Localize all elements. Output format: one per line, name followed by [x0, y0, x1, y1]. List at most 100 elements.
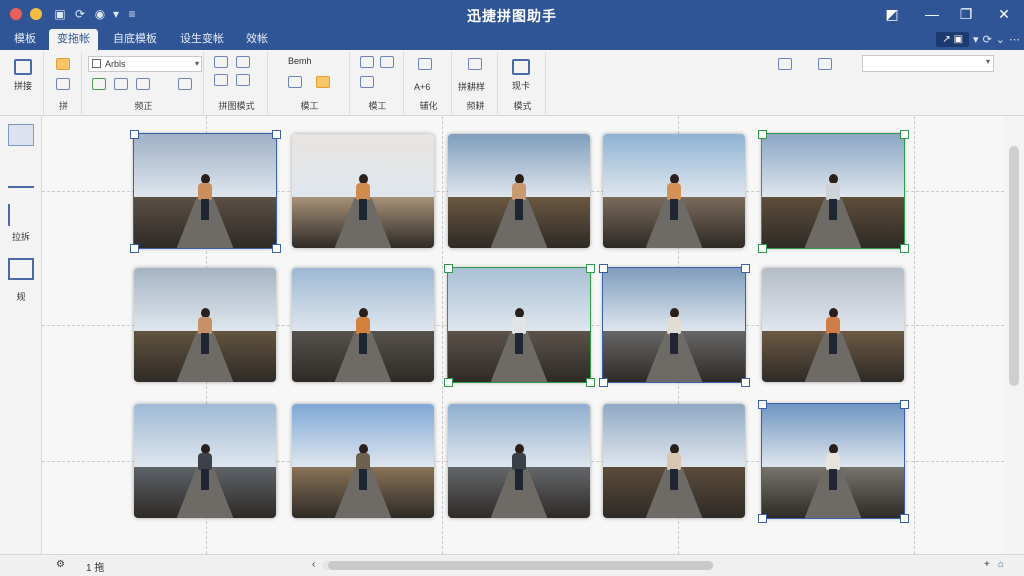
- person-legs: [515, 199, 523, 220]
- photo-person: [512, 308, 526, 354]
- tab-templates[interactable]: 模板: [6, 29, 44, 50]
- person-legs: [359, 469, 367, 490]
- status-bar: ⚙ 1 拖 ‹ + ⌂: [0, 554, 1024, 576]
- more-icon[interactable]: ⋯: [1009, 33, 1020, 46]
- font-icon: [92, 59, 101, 68]
- frame-select-icon[interactable]: [418, 58, 432, 70]
- close-icon[interactable]: ✕: [994, 5, 1014, 23]
- collapse-ribbon-icon[interactable]: ⌄: [996, 33, 1005, 46]
- resize-handle[interactable]: [900, 130, 909, 139]
- grid-icon[interactable]: [214, 74, 228, 86]
- resize-handle[interactable]: [741, 378, 750, 387]
- resize-icon[interactable]: [360, 56, 374, 68]
- stitch-tool-label[interactable]: 拼耕样: [458, 80, 485, 93]
- resize-handle[interactable]: [741, 264, 750, 273]
- photo-tile-woman-shore-rocks[interactable]: [134, 268, 276, 382]
- settings-icon[interactable]: ⚙: [56, 559, 65, 570]
- link-icon[interactable]: [288, 76, 302, 88]
- stitch-button[interactable]: 拼接: [8, 56, 38, 91]
- tab-settings[interactable]: 设生变帐: [172, 29, 232, 50]
- crop-icon[interactable]: [8, 204, 34, 226]
- person-torso: [512, 183, 526, 200]
- resize-handle[interactable]: [900, 400, 909, 409]
- resize-handle[interactable]: [758, 514, 767, 523]
- photo-tile-woman-waterfront-building[interactable]: [602, 267, 746, 383]
- shrink-icon[interactable]: [360, 76, 374, 88]
- photo-tile-woman-pier-sea[interactable]: [292, 268, 434, 382]
- paint-bucket-icon[interactable]: [56, 58, 70, 70]
- arrange-icon[interactable]: [8, 258, 34, 280]
- photo-tile-woman-grass-field[interactable]: [762, 268, 904, 382]
- person-legs: [670, 333, 678, 354]
- tab-effects[interactable]: 效帐: [238, 29, 276, 50]
- photo-tile-man-dock-pier[interactable]: [447, 267, 591, 383]
- photo-tile-woman-pier-cloudy[interactable]: [133, 133, 277, 249]
- share-dropdown-icon[interactable]: ▾: [973, 33, 979, 46]
- tab-edit[interactable]: 变拖帐: [49, 29, 98, 50]
- view-mode-button[interactable]: 现卡: [506, 56, 536, 91]
- photo-tile-woman-boardwalk-lake[interactable]: [603, 134, 745, 248]
- minimize-icon[interactable]: —: [922, 5, 942, 23]
- move-icon[interactable]: [380, 56, 394, 68]
- resize-handle[interactable]: [444, 378, 453, 387]
- pencil-icon[interactable]: [8, 166, 34, 188]
- horizontal-scrollbar-thumb[interactable]: [328, 561, 713, 570]
- restore-icon[interactable]: ❐: [956, 5, 976, 23]
- help-icon[interactable]: ⌂: [998, 559, 1004, 570]
- search-input[interactable]: ▾: [862, 55, 994, 72]
- resize-handle[interactable]: [444, 264, 453, 273]
- stitch-tool-icon[interactable]: [468, 58, 482, 70]
- resize-handle[interactable]: [758, 130, 767, 139]
- photo-tile-man-boardwalk-ocean[interactable]: [448, 404, 590, 518]
- resize-handle[interactable]: [758, 400, 767, 409]
- align-right-icon[interactable]: [778, 58, 792, 70]
- distribute-icon[interactable]: [818, 58, 832, 70]
- rotate-icon[interactable]: [236, 56, 250, 68]
- ribbon-tabs: 模板 变拖帐 自底模板 设生变帐 效帐 ↗ ▣ ▾ ⟳ ⌄ ⋯: [0, 29, 1024, 50]
- fullscreen-icon[interactable]: ◩: [882, 5, 902, 23]
- flip-icon[interactable]: [236, 74, 250, 86]
- arrange-tool-label: 规: [16, 292, 26, 302]
- resize-handle[interactable]: [900, 244, 909, 253]
- border-icon[interactable]: [136, 78, 150, 90]
- layout-tool-button[interactable]: [8, 124, 34, 146]
- resize-handle[interactable]: [586, 264, 595, 273]
- photo-tile-woman-painting-wall[interactable]: [292, 134, 434, 248]
- sync-icon[interactable]: ⟳: [983, 33, 992, 46]
- resize-handle[interactable]: [599, 378, 608, 387]
- scroll-left-icon[interactable]: ‹: [312, 559, 315, 570]
- tab-custom-templates[interactable]: 自底模板: [105, 29, 165, 50]
- text-size-label[interactable]: A+6: [414, 82, 430, 92]
- photo-person: [667, 444, 681, 490]
- horizontal-scrollbar[interactable]: [322, 561, 714, 570]
- resize-handle[interactable]: [599, 264, 608, 273]
- resize-handle[interactable]: [586, 378, 595, 387]
- color-icon[interactable]: [178, 78, 192, 90]
- photo-tile-man-pier-backpack[interactable]: [134, 404, 276, 518]
- resize-handle[interactable]: [272, 130, 281, 139]
- collage-canvas[interactable]: [42, 116, 1004, 554]
- zoom-in-icon[interactable]: +: [984, 559, 990, 570]
- share-button[interactable]: ↗ ▣: [936, 32, 970, 47]
- photo-tile-woman-field-trees[interactable]: [603, 404, 745, 518]
- photo-tile-man-beach-backpack[interactable]: [292, 404, 434, 518]
- up-arrow-icon[interactable]: [316, 76, 330, 88]
- photo-tile-man-field-dusk[interactable]: [761, 133, 905, 249]
- align-icon[interactable]: [92, 78, 106, 90]
- font-select[interactable]: Arbls ▾: [88, 56, 202, 72]
- tool-label-bemh[interactable]: Bemh: [288, 56, 312, 66]
- photo-tile-man-promenade-city[interactable]: [761, 403, 905, 519]
- undo-arrow-icon[interactable]: [56, 78, 70, 90]
- font-select-value: Arbls: [105, 59, 126, 69]
- resize-handle[interactable]: [900, 514, 909, 523]
- resize-handle[interactable]: [272, 244, 281, 253]
- resize-handle[interactable]: [758, 244, 767, 253]
- resize-handle[interactable]: [130, 130, 139, 139]
- vertical-scrollbar[interactable]: [1004, 116, 1024, 554]
- vertical-scrollbar-thumb[interactable]: [1009, 146, 1019, 386]
- resize-handle[interactable]: [130, 244, 139, 253]
- photo-tile-woman-field-sunset[interactable]: [448, 134, 590, 248]
- layer-icon[interactable]: [114, 78, 128, 90]
- frame-icon[interactable]: [214, 56, 228, 68]
- page-indicator[interactable]: 1 拖: [86, 559, 104, 574]
